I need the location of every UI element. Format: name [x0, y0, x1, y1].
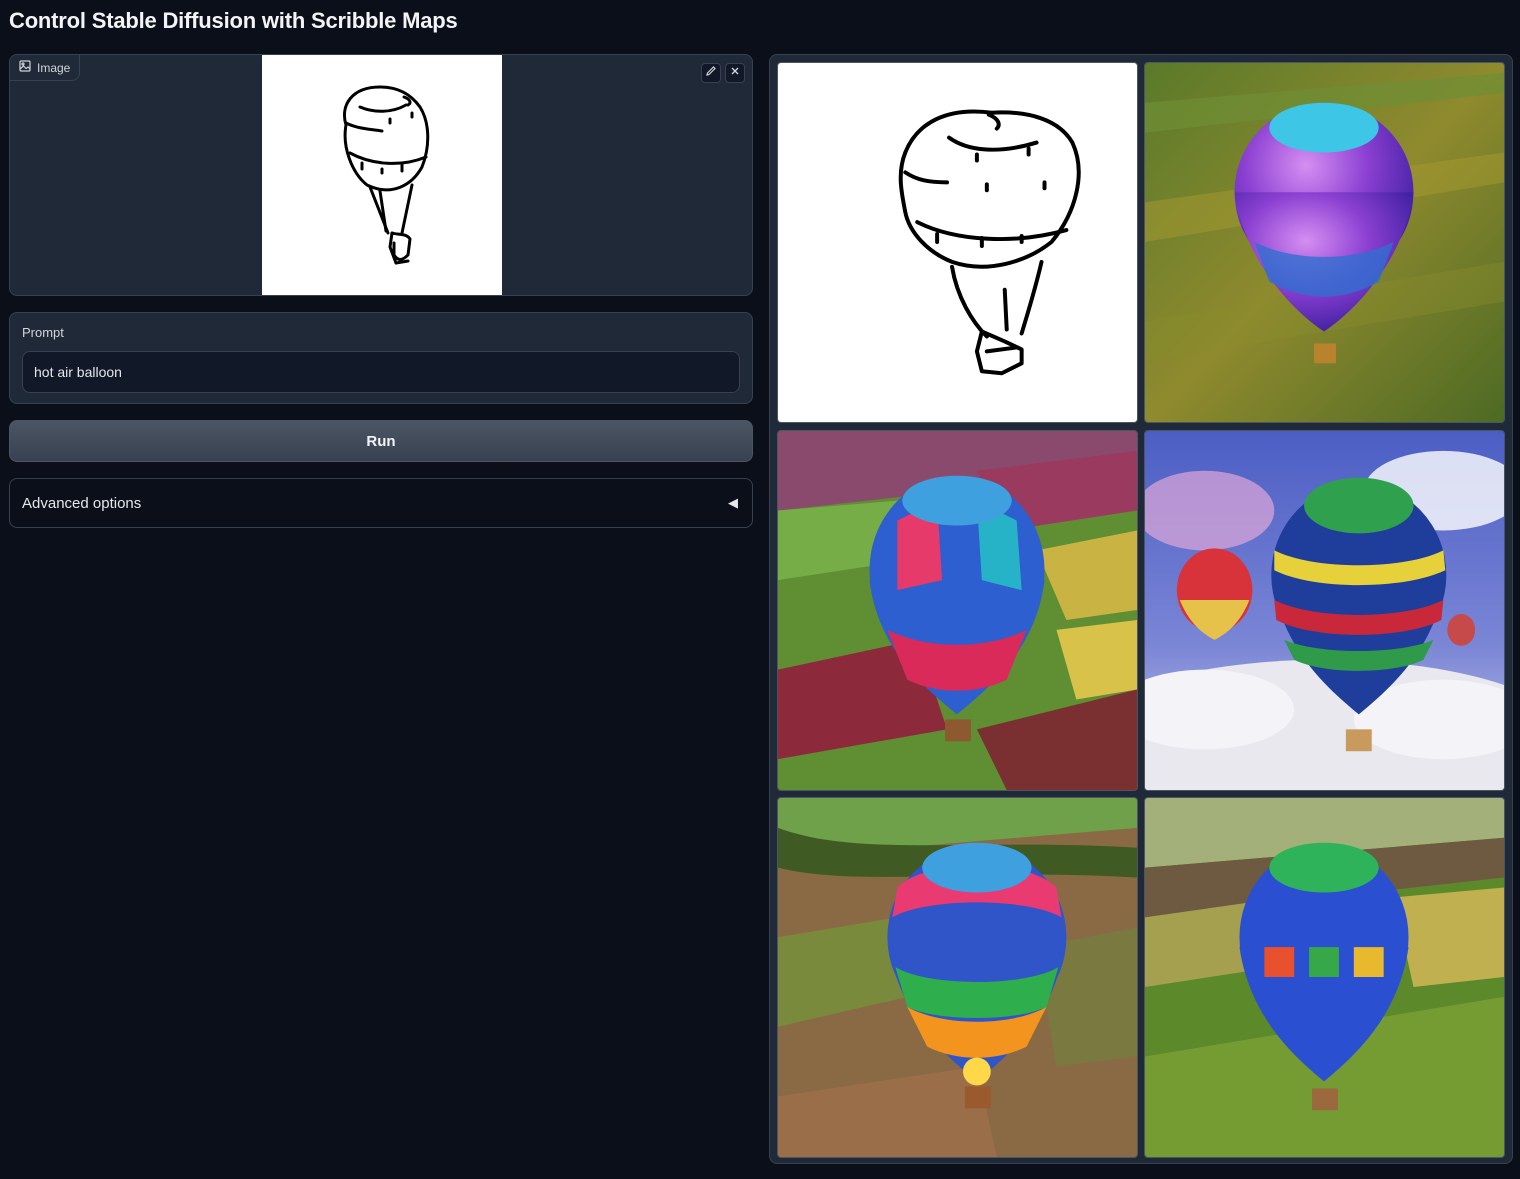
prompt-panel: Prompt: [9, 312, 753, 404]
gallery-item-2[interactable]: [1144, 62, 1505, 423]
gallery-item-5[interactable]: [777, 797, 1138, 1158]
scribble-canvas[interactable]: [262, 55, 502, 295]
image-input-panel[interactable]: Image: [9, 54, 753, 296]
image-icon: [19, 60, 31, 75]
prompt-input[interactable]: [22, 351, 740, 393]
gallery-item-6[interactable]: [1144, 797, 1505, 1158]
close-icon: [729, 64, 741, 82]
advanced-options-accordion[interactable]: Advanced options ◀: [9, 478, 753, 528]
prompt-label: Prompt: [22, 325, 64, 340]
edit-image-button[interactable]: [701, 63, 721, 83]
image-label-badge: Image: [10, 55, 81, 81]
page-title: Control Stable Diffusion with Scribble M…: [9, 8, 458, 33]
pencil-icon: [705, 64, 717, 82]
output-gallery: [769, 54, 1513, 1164]
gallery-item-3[interactable]: [777, 430, 1138, 791]
collapse-arrow-icon: ◀: [728, 495, 738, 510]
image-label-text: Image: [37, 60, 71, 75]
gallery-item-4[interactable]: [1144, 430, 1505, 791]
gallery-item-scribble[interactable]: [777, 62, 1138, 423]
advanced-options-label: Advanced options: [22, 494, 142, 512]
clear-image-button[interactable]: [725, 63, 745, 83]
run-button[interactable]: Run: [9, 420, 753, 462]
